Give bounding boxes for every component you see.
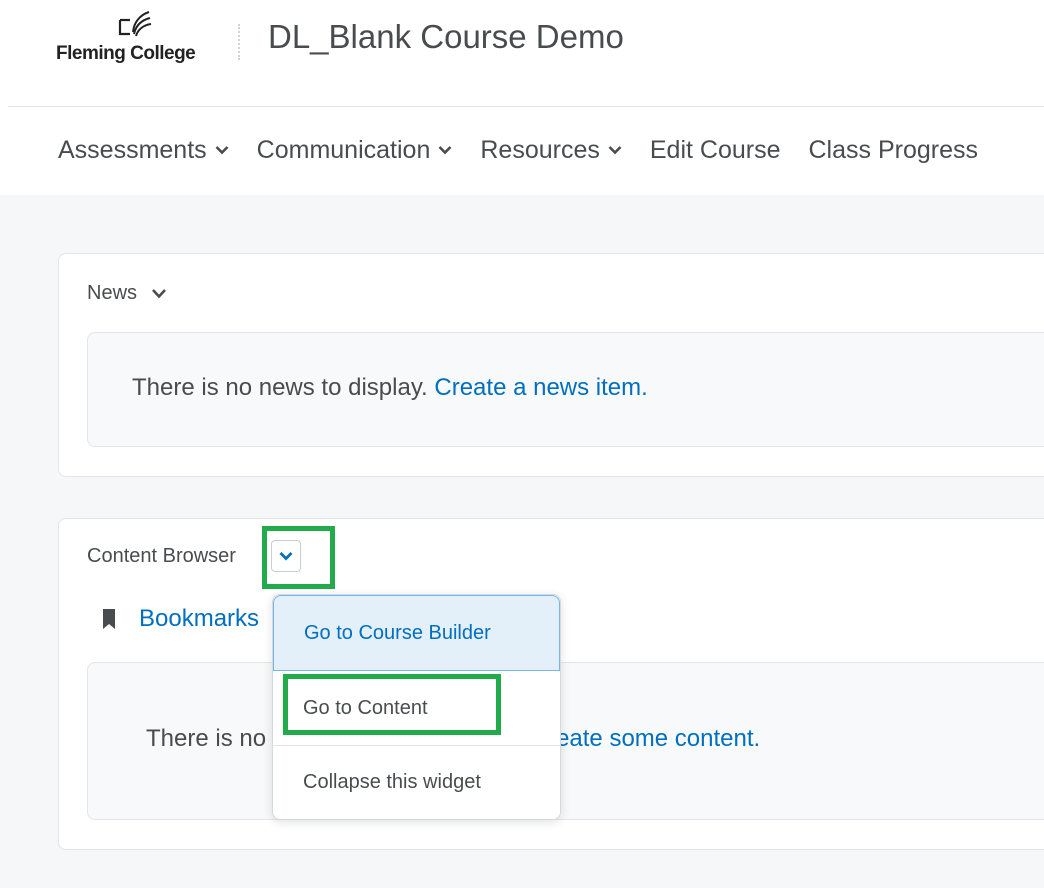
news-widget-title: News bbox=[87, 282, 138, 304]
title-separator bbox=[238, 24, 240, 60]
nav-item-class-progress[interactable]: Class Progress bbox=[808, 136, 978, 165]
widget-options-button[interactable] bbox=[271, 540, 301, 572]
news-empty-box: There is no news to display. Create a ne… bbox=[87, 332, 1044, 447]
menu-item-go-to-course-builder[interactable]: Go to Course Builder bbox=[273, 595, 560, 671]
news-empty-message: There is no news to display. Create a ne… bbox=[132, 374, 648, 402]
nav-item-assessments[interactable]: Assessments bbox=[58, 136, 229, 165]
course-title[interactable]: DL_Blank Course Demo bbox=[268, 18, 624, 56]
bookmarks-link[interactable]: Bookmarks bbox=[103, 605, 259, 633]
content-empty-box: There is no eate some content. bbox=[87, 662, 1044, 820]
nav-item-label: Edit Course bbox=[649, 135, 781, 164]
create-news-link[interactable]: Create a news item. bbox=[434, 374, 647, 401]
menu-item-go-to-content[interactable]: Go to Content bbox=[273, 671, 560, 745]
nav-item-edit-course[interactable]: Edit Course bbox=[650, 136, 781, 165]
nav-item-label: Assessments bbox=[58, 135, 207, 164]
chevron-down-icon bbox=[608, 146, 622, 155]
chevron-down-icon bbox=[438, 146, 452, 155]
news-widget: News There is no news to display. Create… bbox=[58, 253, 1044, 477]
fleming-college-logo[interactable]: Fleming College bbox=[56, 10, 212, 70]
content-browser-title: Content Browser bbox=[87, 545, 236, 567]
chevron-down-icon bbox=[279, 552, 293, 561]
logo-text: Fleming College bbox=[56, 43, 196, 64]
nav-item-communication[interactable]: Communication bbox=[257, 136, 453, 165]
course-navbar: Assessments Communication Resources Edit… bbox=[58, 132, 1006, 168]
content-empty-text: There is no bbox=[146, 725, 267, 752]
widget-context-menu: Go to Course Builder Go to Content Colla… bbox=[272, 594, 561, 820]
bookmark-icon bbox=[103, 609, 115, 629]
chevron-down-icon bbox=[215, 146, 229, 155]
content-browser-header: Content Browser bbox=[87, 545, 236, 568]
news-empty-text: There is no news to display. bbox=[132, 374, 428, 401]
nav-item-resources[interactable]: Resources bbox=[480, 136, 622, 165]
nav-item-label: Class Progress bbox=[808, 135, 978, 164]
news-widget-header[interactable]: News bbox=[87, 282, 167, 305]
page-header: Fleming College DL_Blank Course Demo Ass… bbox=[0, 0, 1044, 195]
header-divider bbox=[8, 106, 1044, 107]
chevron-down-icon[interactable] bbox=[151, 288, 167, 299]
nav-item-label: Resources bbox=[480, 135, 600, 164]
logo-mark-icon bbox=[118, 11, 152, 37]
menu-item-collapse-widget[interactable]: Collapse this widget bbox=[273, 746, 560, 819]
bookmarks-label: Bookmarks bbox=[139, 605, 260, 632]
nav-item-label: Communication bbox=[256, 135, 431, 164]
create-content-link[interactable]: eate some content. bbox=[556, 725, 760, 752]
